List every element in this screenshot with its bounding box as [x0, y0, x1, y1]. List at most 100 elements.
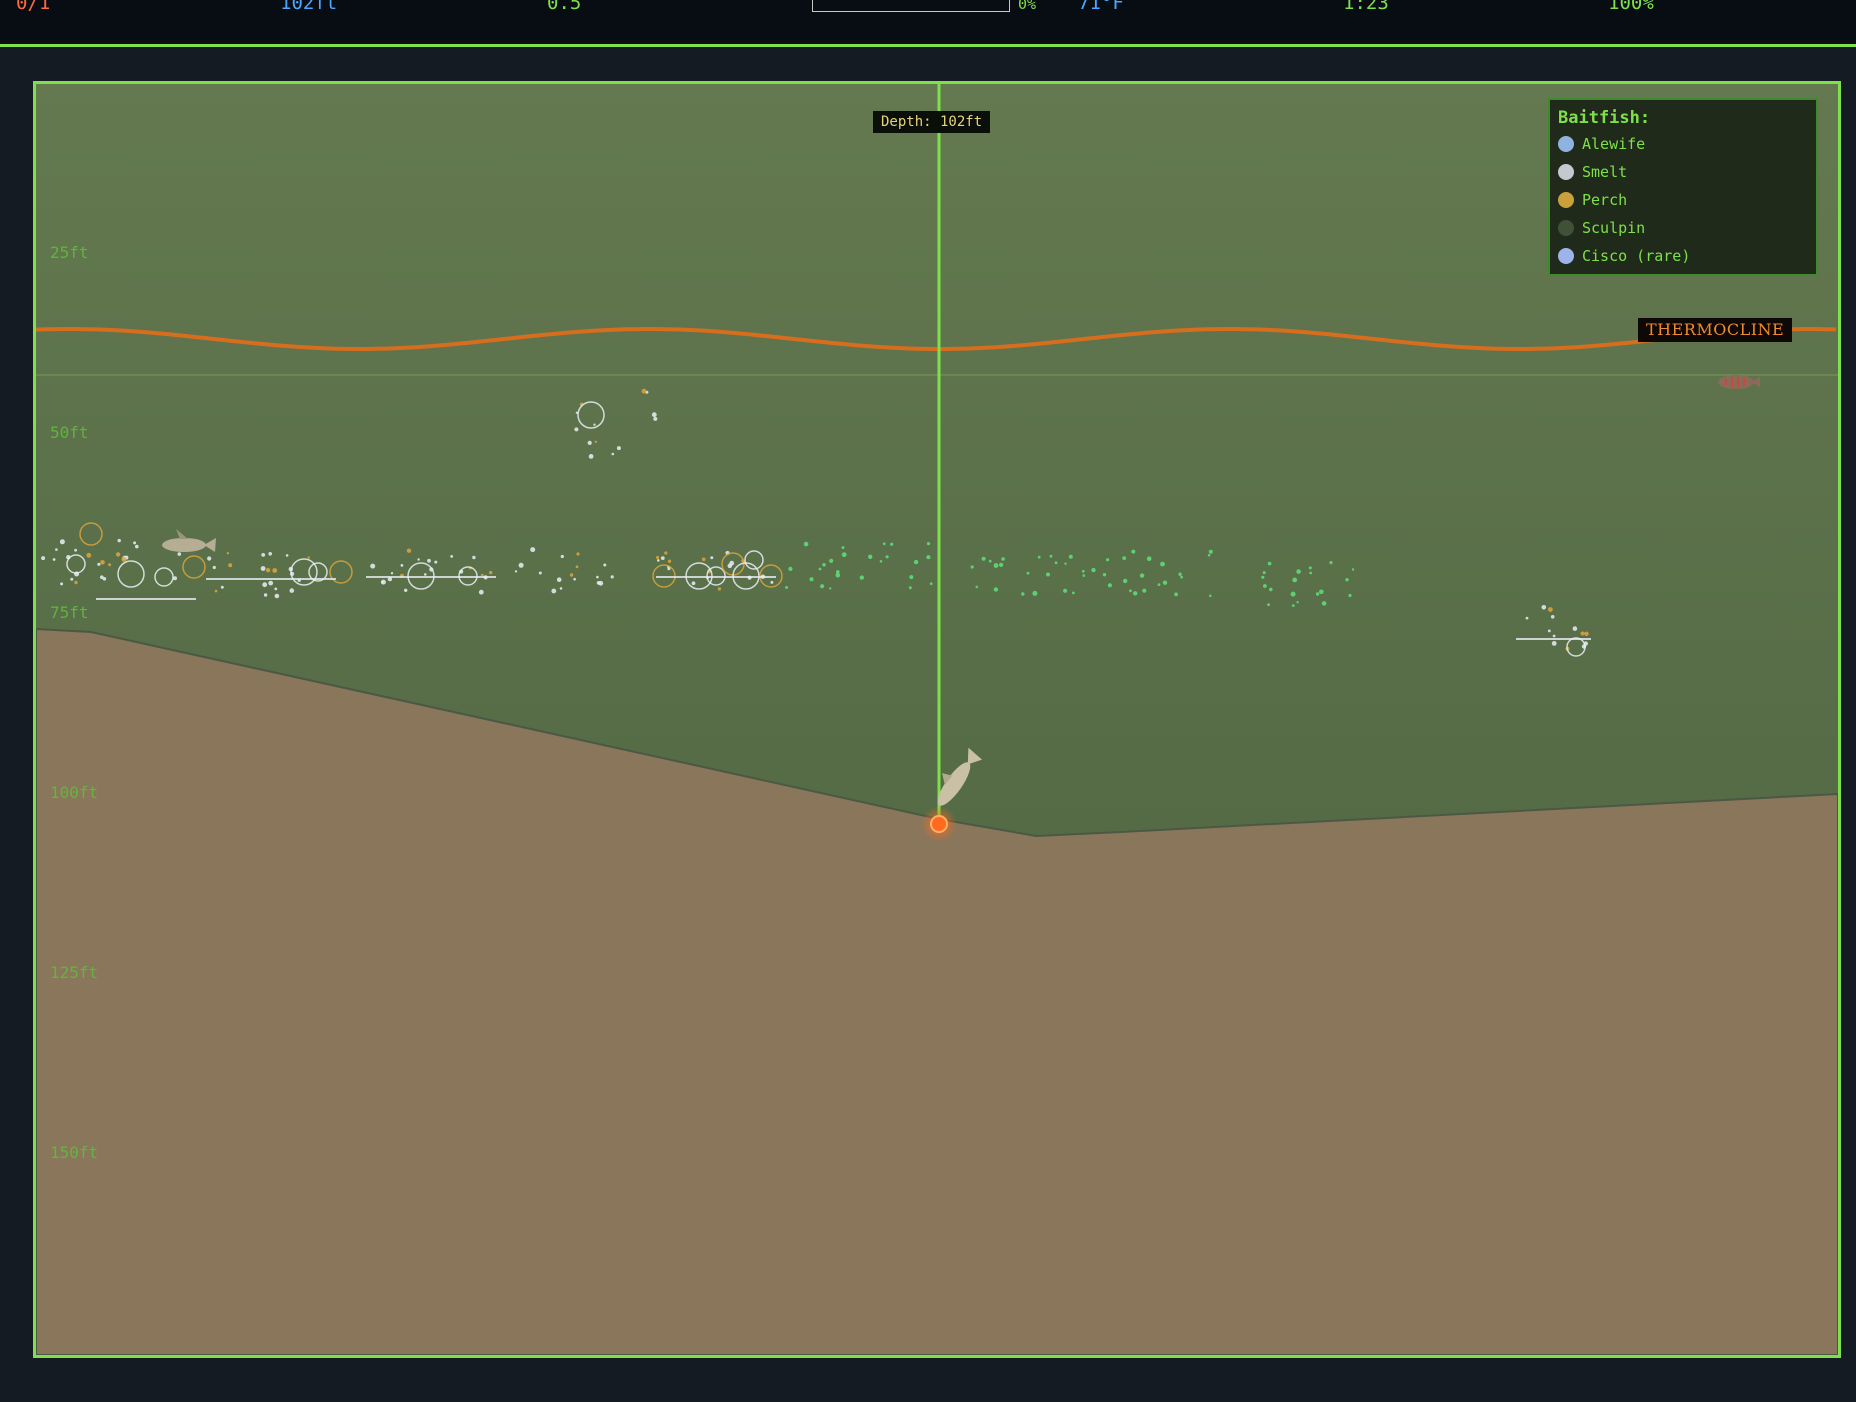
- baitfish-dot: [1142, 588, 1147, 593]
- baitfish-dot: [1064, 562, 1067, 565]
- legend-label: Alewife: [1582, 135, 1646, 153]
- baitfish-dot: [472, 555, 476, 560]
- sculpin-dot: [1558, 220, 1574, 236]
- baitfish-dot: [268, 552, 272, 556]
- depth-label-75: 75ft: [50, 603, 89, 622]
- baitfish-dot: [1584, 631, 1589, 636]
- baitfish-dot: [59, 539, 65, 545]
- baitfish-dot: [822, 563, 826, 567]
- baitfish-dot: [55, 548, 58, 551]
- baitfish-dot: [1548, 607, 1553, 612]
- baitfish-dot: [1091, 567, 1096, 573]
- baitfish-dot: [859, 575, 864, 580]
- baitfish-dot: [1081, 569, 1085, 573]
- baitfish-dot: [981, 556, 986, 561]
- baitfish-dot: [551, 588, 557, 594]
- baitfish-dot: [274, 593, 280, 599]
- baitfish-dot: [1131, 549, 1136, 554]
- baitfish-dot: [272, 568, 278, 573]
- baitfish-dot: [841, 552, 847, 558]
- baitfish-dot: [404, 588, 408, 592]
- progress-percent: 0%: [1018, 0, 1037, 13]
- baitfish-dot: [1319, 589, 1324, 595]
- baitfish-dot: [1262, 571, 1266, 575]
- baitfish-dot: [885, 555, 889, 559]
- baitfish-dot: [653, 416, 658, 421]
- baitfish-dot: [841, 546, 845, 550]
- baitfish-dot: [108, 563, 112, 567]
- baitfish-dot: [975, 585, 979, 589]
- baitfish-dot: [1146, 556, 1152, 561]
- baitfish-dot: [829, 587, 832, 590]
- water-temp-readout: 71°F: [1078, 0, 1124, 14]
- baitfish-dot: [1541, 605, 1547, 610]
- legend-label: Cisco (rare): [1582, 247, 1691, 265]
- baitfish-dot: [803, 541, 809, 547]
- baitfish-dot: [667, 559, 672, 563]
- depth-label-125: 125ft: [50, 963, 99, 982]
- thermocline-label: THERMOCLINE: [1638, 318, 1793, 342]
- speed-readout: 0.5: [547, 0, 582, 14]
- baitfish-dot: [424, 573, 427, 576]
- lure-icon[interactable]: [930, 815, 948, 833]
- baitfish-dot: [1296, 601, 1299, 604]
- baitfish-dot: [1068, 554, 1073, 559]
- baitfish-dot: [1072, 591, 1075, 595]
- baitfish-dot: [115, 552, 121, 557]
- baitfish-dot: [285, 554, 289, 557]
- baitfish-dot: [576, 552, 580, 556]
- baitfish-dot: [1032, 590, 1038, 596]
- baitfish-dot: [406, 548, 412, 553]
- baitfish-dot: [785, 586, 789, 589]
- baitfish-dot: [1321, 601, 1327, 606]
- catch-counter: 0/1: [16, 0, 51, 14]
- baitfish-dot: [664, 551, 668, 555]
- baitfish-dot: [657, 559, 660, 562]
- baitfish-dot: [1209, 594, 1212, 598]
- perch-dot: [1558, 192, 1574, 208]
- baitfish-dot: [616, 446, 621, 451]
- baitfish-dot: [1133, 591, 1138, 596]
- legend-item-sculpin: Sculpin: [1558, 214, 1808, 242]
- baitfish-dot: [1267, 603, 1270, 607]
- baitfish-dot: [177, 552, 182, 556]
- alewife-dot: [1558, 136, 1574, 152]
- baitfish-dot: [390, 572, 394, 575]
- baitfish-dot: [214, 589, 218, 593]
- baitfish-dot: [52, 558, 56, 561]
- baitfish-dot: [598, 580, 604, 586]
- baitfish-dot: [1263, 584, 1267, 588]
- baitfish-dot: [220, 585, 224, 589]
- baitfish-dot: [1037, 555, 1041, 559]
- baitfish-dot: [400, 564, 404, 567]
- baitfish-dot: [656, 555, 660, 560]
- baitfish-dot: [427, 558, 431, 563]
- baitfish-dot: [1162, 580, 1168, 585]
- baitfish-dot: [262, 582, 268, 588]
- baitfish-dot: [691, 581, 696, 586]
- baitfish-dot: [1129, 589, 1132, 593]
- baitfish-dot: [835, 572, 841, 578]
- baitfish-dot: [102, 577, 107, 581]
- baitfish-dot: [538, 571, 542, 575]
- baitfish-dot: [587, 440, 592, 445]
- cisco-dot: [1558, 248, 1574, 264]
- depth-tooltip: Depth: 102ft: [873, 111, 991, 133]
- baitfish-dot: [1102, 573, 1107, 577]
- baitfish-dot: [641, 388, 647, 394]
- baitfish-dot: [1174, 592, 1178, 597]
- baitfish-dot: [450, 555, 454, 558]
- baitfish-dot: [908, 586, 912, 590]
- baitfish-legend: Baitfish: Alewife Smelt Perch Sculpin Ci…: [1548, 98, 1818, 276]
- baitfish-dot: [489, 570, 493, 575]
- sonar-display[interactable]: 25ft 50ft 75ft 100ft 125ft 150ft Depth: …: [33, 81, 1841, 1358]
- baitfish-dot: [575, 565, 579, 569]
- baitfish-dot: [909, 575, 914, 580]
- baitfish-dot: [569, 573, 574, 577]
- baitfish-dot: [307, 556, 310, 559]
- baitfish-dot: [1208, 549, 1213, 554]
- baitfish-dot: [1107, 583, 1112, 588]
- baitfish-dot: [100, 560, 105, 565]
- baitfish-dot: [988, 559, 992, 563]
- baitfish-dot: [1178, 572, 1182, 576]
